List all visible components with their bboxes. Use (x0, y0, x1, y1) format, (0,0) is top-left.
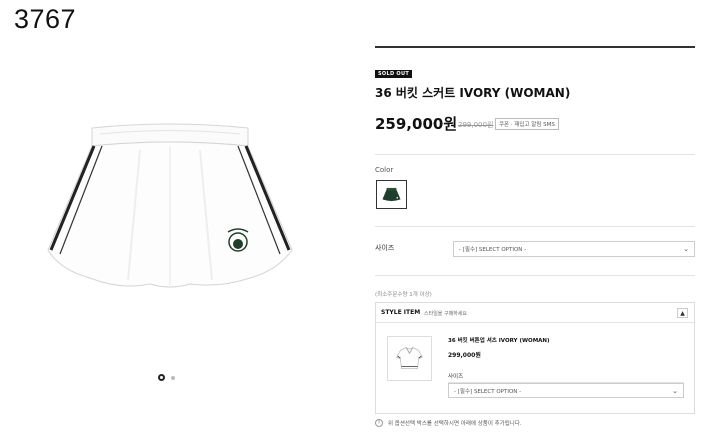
size-label: 사이즈 (375, 244, 395, 252)
divider (375, 226, 695, 227)
divider (375, 154, 695, 155)
product-price: 259,000원 (375, 115, 458, 133)
divider (375, 46, 695, 48)
related-product-image[interactable] (387, 336, 432, 381)
related-size-select[interactable]: - [필수] SELECT OPTION - ⌄ (448, 383, 684, 398)
style-item-panel: STYLE ITEM 스타일을 구매하세요 ▲ 36 버킷 버튼업 셔츠 IVO… (375, 302, 695, 414)
info-icon: ! (375, 419, 383, 427)
gallery-pagination[interactable] (158, 374, 175, 381)
product-name: 36 버킷 스커트 IVORY (WOMAN) (375, 86, 571, 100)
shirt-illustration (396, 347, 423, 369)
skirt-swatch-icon (382, 187, 401, 202)
collapse-button[interactable]: ▲ (677, 308, 688, 318)
style-item-header: STYLE ITEM 스타일을 구매하세요 ▲ (376, 303, 694, 323)
product-image[interactable] (40, 110, 300, 300)
color-label: Color (375, 166, 394, 174)
min-order-note: (최소주문수량 1개 이상) (375, 292, 432, 298)
color-swatch[interactable] (376, 180, 407, 209)
restock-alert-button[interactable]: 쿠폰 · 재입고 알림 SMS (495, 118, 559, 130)
gallery-dot[interactable] (171, 375, 175, 380)
skirt-illustration (47, 123, 293, 288)
size-select-value: - [필수] SELECT OPTION - (459, 247, 527, 253)
sold-out-badge: SOLD OUT (375, 70, 413, 78)
related-product-price: 299,000원 (448, 352, 481, 359)
divider (375, 275, 695, 276)
size-select[interactable]: - [필수] SELECT OPTION - ⌄ (453, 241, 695, 257)
option-notice-text: 위 옵션선택 박스를 선택하시면 아래에 상품이 추가됩니다. (388, 421, 522, 427)
style-item-subtitle: 스타일을 구매하세요 (424, 311, 467, 317)
chevron-down-icon: ⌄ (672, 387, 678, 395)
option-notice: ! 위 옵션선택 박스를 선택하시면 아래에 상품이 추가됩니다. (375, 419, 522, 427)
page-code: 3767 (14, 4, 77, 34)
chevron-down-icon: ⌄ (683, 245, 689, 253)
related-size-label: 사이즈 (448, 374, 464, 380)
original-price: 299,000원 (458, 121, 494, 129)
related-size-select-value: - [필수] SELECT OPTION - (454, 389, 522, 395)
related-product-name[interactable]: 36 버킷 버튼업 셔츠 IVORY (WOMAN) (448, 336, 550, 344)
style-item-title: STYLE ITEM (381, 309, 421, 316)
gallery-dot-active[interactable] (158, 374, 165, 381)
